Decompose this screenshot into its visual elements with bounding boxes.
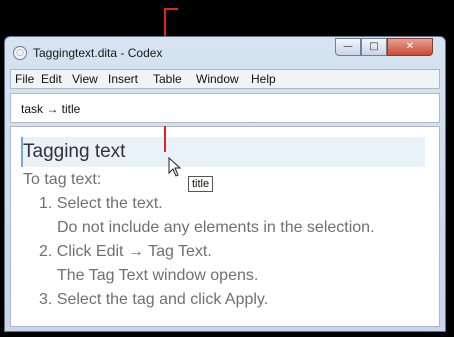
title-bar[interactable]: ◌ Taggingtext.dita - Codex — □ ✕ bbox=[5, 37, 445, 67]
menu-bar: File Edit View Insert Table Window Help bbox=[10, 69, 440, 89]
breadcrumb-bar: task → title bbox=[10, 93, 440, 123]
window-title: Taggingtext.dita - Codex bbox=[33, 46, 163, 60]
menu-file[interactable]: File bbox=[15, 72, 34, 86]
callout-line-vertical-top bbox=[164, 8, 166, 36]
menu-insert[interactable]: Insert bbox=[108, 72, 138, 86]
step-1-info[interactable]: Do not include any elements in the selec… bbox=[57, 219, 375, 237]
tag-tooltip: title bbox=[188, 176, 214, 192]
intro-text[interactable]: To tag text: bbox=[23, 171, 101, 189]
menu-edit[interactable]: Edit bbox=[41, 72, 62, 86]
app-window: ◌ Taggingtext.dita - Codex — □ ✕ File Ed… bbox=[4, 36, 446, 332]
maximize-button[interactable]: □ bbox=[361, 38, 387, 56]
mouse-pointer-icon bbox=[168, 157, 182, 177]
minimize-button[interactable]: — bbox=[335, 38, 361, 56]
callout-line-vertical-bottom bbox=[164, 126, 166, 152]
menu-help[interactable]: Help bbox=[251, 72, 276, 86]
menu-window[interactable]: Window bbox=[196, 72, 239, 86]
breadcrumb[interactable]: task → title bbox=[21, 102, 80, 116]
step-2[interactable]: 2. Click Edit → Tag Text. bbox=[39, 243, 212, 261]
menu-table[interactable]: Table bbox=[153, 72, 182, 86]
menu-view[interactable]: View bbox=[72, 72, 98, 86]
step-3[interactable]: 3. Select the tag and click Apply. bbox=[39, 291, 268, 309]
step-1[interactable]: 1. Select the text. bbox=[39, 195, 163, 213]
close-button[interactable]: ✕ bbox=[387, 38, 433, 56]
document-title[interactable]: Tagging text bbox=[23, 141, 125, 163]
callout-line-horizontal bbox=[164, 8, 178, 10]
step-2-result[interactable]: The Tag Text window opens. bbox=[57, 267, 258, 285]
codex-app-icon[interactable]: ◌ bbox=[13, 46, 27, 60]
document-editor[interactable]: Tagging text To tag text: 1. Select the … bbox=[10, 126, 440, 327]
